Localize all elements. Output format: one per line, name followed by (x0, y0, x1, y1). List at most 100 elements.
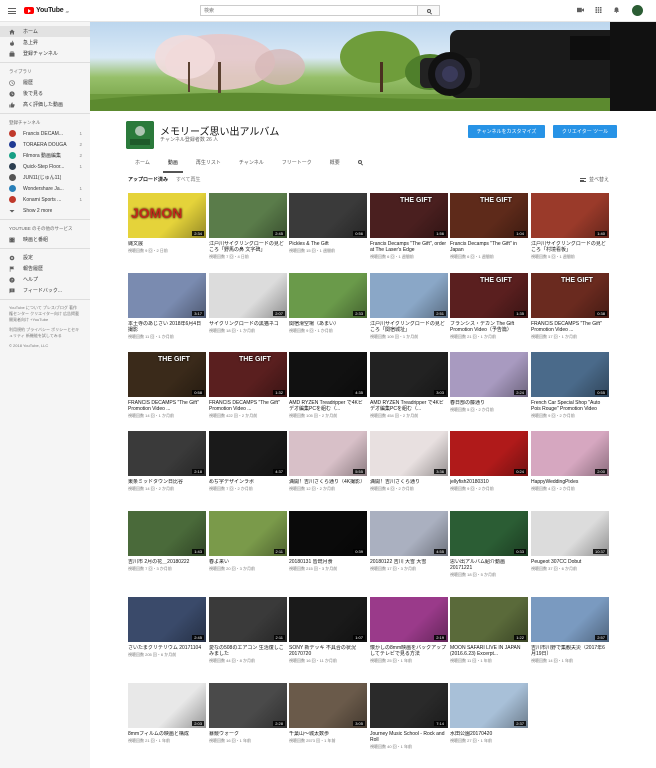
video-title[interactable]: サイクリングロードの黒猫ネコ (209, 321, 287, 327)
video-card[interactable]: THE GIFT 1:56 Francis Decamps "The Gift", … (370, 193, 448, 259)
video-title[interactable]: Pickles & The Gift (289, 241, 367, 247)
video-title[interactable]: FRANCIS DECAMPS "The Gift" Promotion Vid… (128, 400, 206, 412)
video-thumbnail[interactable]: 0:56 (289, 193, 367, 238)
video-thumbnail[interactable]: 2:03 (128, 683, 206, 728)
video-card[interactable]: 4:55 20180122 吉川 大雪 大雪 視聴回数 17 回・3 か月前 (370, 511, 448, 571)
video-thumbnail[interactable]: 4:35 (289, 352, 367, 397)
video-thumbnail[interactable]: 1:07 (289, 597, 367, 642)
video-title[interactable]: Francis Decamps "The Gift", order at The… (370, 241, 448, 253)
video-title[interactable]: 本土寺のあじさい 2018年6月4日 撮影 (128, 321, 206, 333)
video-thumbnail[interactable]: THE GIFT 1:04 (450, 193, 528, 238)
tab-4[interactable]: フリートーク (273, 151, 321, 173)
video-thumbnail[interactable]: 2:11 (209, 511, 287, 556)
tab-3[interactable]: チャンネル (230, 151, 273, 173)
show-more-button[interactable]: Show 2 more (0, 205, 90, 216)
video-thumbnail[interactable]: 2:19 (370, 597, 448, 642)
video-title[interactable]: 吉川市 2月の花＿20180222 (128, 559, 206, 565)
video-title[interactable]: 縄文展 (128, 241, 206, 247)
sidebar-item-help[interactable]: ? ヘルプ (0, 274, 90, 285)
sidebar-item-watch-later[interactable]: 後で見る (0, 88, 90, 99)
video-card[interactable]: 2:07 サイクリングロードの黒猫ネコ 視聴回数 18 回・1 か月前 (209, 273, 287, 333)
video-thumbnail[interactable]: 1:43 (128, 511, 206, 556)
video-thumbnail[interactable]: 0:39 (289, 511, 367, 556)
video-card[interactable]: THE GIFT 1:35 フランシス・デカン The Gift Promotion… (450, 273, 528, 339)
search-button[interactable] (418, 5, 440, 16)
video-card[interactable]: 2:11 春よ来い 視聴回数 20 回・3 か月前 (209, 511, 287, 571)
video-thumbnail[interactable]: 2:57 (531, 597, 609, 642)
video-card[interactable]: 2:19 懐かしの8mm映画をバックアップしてテレビで見る方法 視聴回数 25 回・… (370, 597, 448, 663)
video-card[interactable]: 2:45 さいたまクリテリウム 20171104 視聴回数 205 回・6 か月前 (128, 597, 206, 657)
video-thumbnail[interactable]: 3:05 (289, 683, 367, 728)
video-thumbnail[interactable]: 2:18 (128, 431, 206, 476)
tab-2[interactable]: 再生リスト (187, 151, 230, 173)
video-thumbnail[interactable]: 1:22 (450, 597, 528, 642)
video-title[interactable]: SONY 新デッキ 不具合の状況 20170720 (289, 645, 367, 657)
customize-channel-button[interactable]: チャンネルをカスタマイズ (468, 125, 545, 138)
apps-icon[interactable] (595, 7, 602, 13)
tab-5[interactable]: 概要 (321, 151, 349, 173)
sidebar-item-movies[interactable]: 映画と番組 (0, 234, 90, 245)
video-title[interactable]: フランシス・デカン The Gift Promotion Video（予告篇） (450, 321, 528, 333)
sidebar-item-thumb-up[interactable]: 高く評価した動画 (0, 99, 90, 110)
video-thumbnail[interactable]: 0:33 (450, 511, 528, 556)
sidebar-item-feedback[interactable]: フィードバック... (0, 285, 90, 296)
video-title[interactable]: 吉川市川野で集観夫災（2017年6月19日） (531, 645, 609, 657)
video-thumbnail[interactable]: 3:36 (370, 431, 448, 476)
video-title[interactable]: 20180122 吉川 大雪 大雪 (370, 559, 448, 565)
video-thumbnail[interactable]: THE GIFT 1:56 (370, 193, 448, 238)
account-avatar[interactable] (631, 4, 644, 17)
video-card[interactable]: 1:07 SONY 新デッキ 不具合の状況 20170720 視聴回数 16 回・1… (289, 597, 367, 663)
video-title[interactable]: 思い出アルバム紹介動画 20171221 (450, 559, 528, 571)
video-card[interactable]: THE GIFT 1:04 Francis Decamps "The Gift" i… (450, 193, 528, 259)
video-card[interactable]: 0:39 20180131 皆既月食 視聴回数 215 回・3 か月前 (289, 511, 367, 571)
uploads-dropdown[interactable]: アップロード済み (128, 176, 168, 183)
video-thumbnail[interactable]: 2:07 (209, 273, 287, 318)
video-thumbnail[interactable]: 2:33 (289, 273, 367, 318)
video-card[interactable]: 0:33 思い出アルバム紹介動画 20171221 視聴回数 18 回・5 か月前 (450, 511, 528, 577)
video-title[interactable]: 江戸川サイクリングロードの見どころ「村境看板」 (531, 241, 609, 253)
video-thumbnail[interactable]: 3:03 (370, 352, 448, 397)
video-thumbnail[interactable]: 2:24 (450, 352, 528, 397)
guide-menu-button[interactable] (0, 0, 24, 22)
youtube-logo[interactable]: YouTube JP (24, 7, 69, 14)
video-title[interactable]: AMD RYZEN Treadripper で4Kビデオ編集PCを組む（... (289, 400, 367, 412)
video-card[interactable]: 3:03 AMD RYZEN Treadripper で4Kビデオ編集PCを組む（… (370, 352, 448, 418)
video-card[interactable]: JOMON 2:34 縄文展 視聴回数 9 回・2 日前 (128, 193, 206, 253)
video-card[interactable]: 2:51 江戸川サイクリングロードの見どころ「関宿城址」 視聴回数 109 回・1 … (370, 273, 448, 339)
video-thumbnail[interactable]: 2:00 (531, 431, 609, 476)
video-card[interactable]: 2:00 HappyWeddingPixles 視聴回数 4 回・2 か月前 (531, 431, 609, 491)
video-title[interactable]: 満開！吉川さくら通り (370, 479, 448, 485)
video-title[interactable]: 東条ミッドタウン日比谷 (128, 479, 206, 485)
tab-1[interactable]: 動画 (159, 151, 187, 173)
video-title[interactable]: 暴競ウォーク (209, 731, 287, 737)
video-thumbnail[interactable]: JOMON 2:34 (128, 193, 206, 238)
video-card[interactable]: 2:18 東条ミッドタウン日比谷 視聴回数 14 回・2 か月前 (128, 431, 206, 491)
video-title[interactable]: Peugeot 307CC Dobut (531, 559, 609, 565)
video-title[interactable]: jellyfish20180310 (450, 479, 528, 485)
video-thumbnail[interactable]: 1:40 (531, 193, 609, 238)
video-card[interactable]: 3:05 千葉山〜城太数歩 視聴回数 2573 回・1 年前 (289, 683, 367, 743)
video-title[interactable]: Journey Music School - Rock and Roll (370, 731, 448, 743)
video-thumbnail[interactable]: 3:17 (128, 273, 206, 318)
upload-video-icon[interactable] (577, 7, 584, 13)
sidebar-item-home[interactable]: ホーム (0, 26, 90, 37)
video-card[interactable]: THE GIFT 0:38 FRANCIS DECAMPS "The Gift" P… (531, 273, 609, 339)
video-thumbnail[interactable]: 2:11 (209, 597, 287, 642)
video-title[interactable]: French Car Special Shop "Auto Pois Rouge… (531, 400, 609, 412)
video-card[interactable]: 2:28 暴競ウォーク 視聴回数 16 回・1 年前 (209, 683, 287, 743)
video-title[interactable]: 春よ来い (209, 559, 287, 565)
video-card[interactable]: 7:14 Journey Music School - Rock and Roll… (370, 683, 448, 749)
play-all-link[interactable]: すべて再生 (176, 176, 200, 183)
subscription-item[interactable]: Francis DECAM... 1 (0, 128, 90, 139)
video-thumbnail[interactable]: 0:24 (450, 431, 528, 476)
video-card[interactable]: 0:55 French Car Special Shop "Auto Pois R… (531, 352, 609, 418)
subscription-item[interactable]: Konami Sports ... 1 (0, 194, 90, 205)
channel-search-button[interactable] (349, 151, 371, 173)
video-card[interactable]: 2:57 吉川市川野で集観夫災（2017年6月19日） 視聴回数 14 回・1 年前 (531, 597, 609, 663)
sidebar-item-history[interactable]: 履歴 (0, 77, 90, 88)
video-thumbnail[interactable]: 2:45 (209, 193, 287, 238)
video-card[interactable]: 1:43 吉川市 2月の花＿20180222 視聴回数 7 回・3 か月前 (128, 511, 206, 571)
video-thumbnail[interactable]: 2:51 (370, 273, 448, 318)
sidebar-item-trending[interactable]: 急上昇 (0, 37, 90, 48)
video-title[interactable]: AMD RYZEN Treadripper で4Kビデオ編集PCを組む（... (370, 400, 448, 412)
